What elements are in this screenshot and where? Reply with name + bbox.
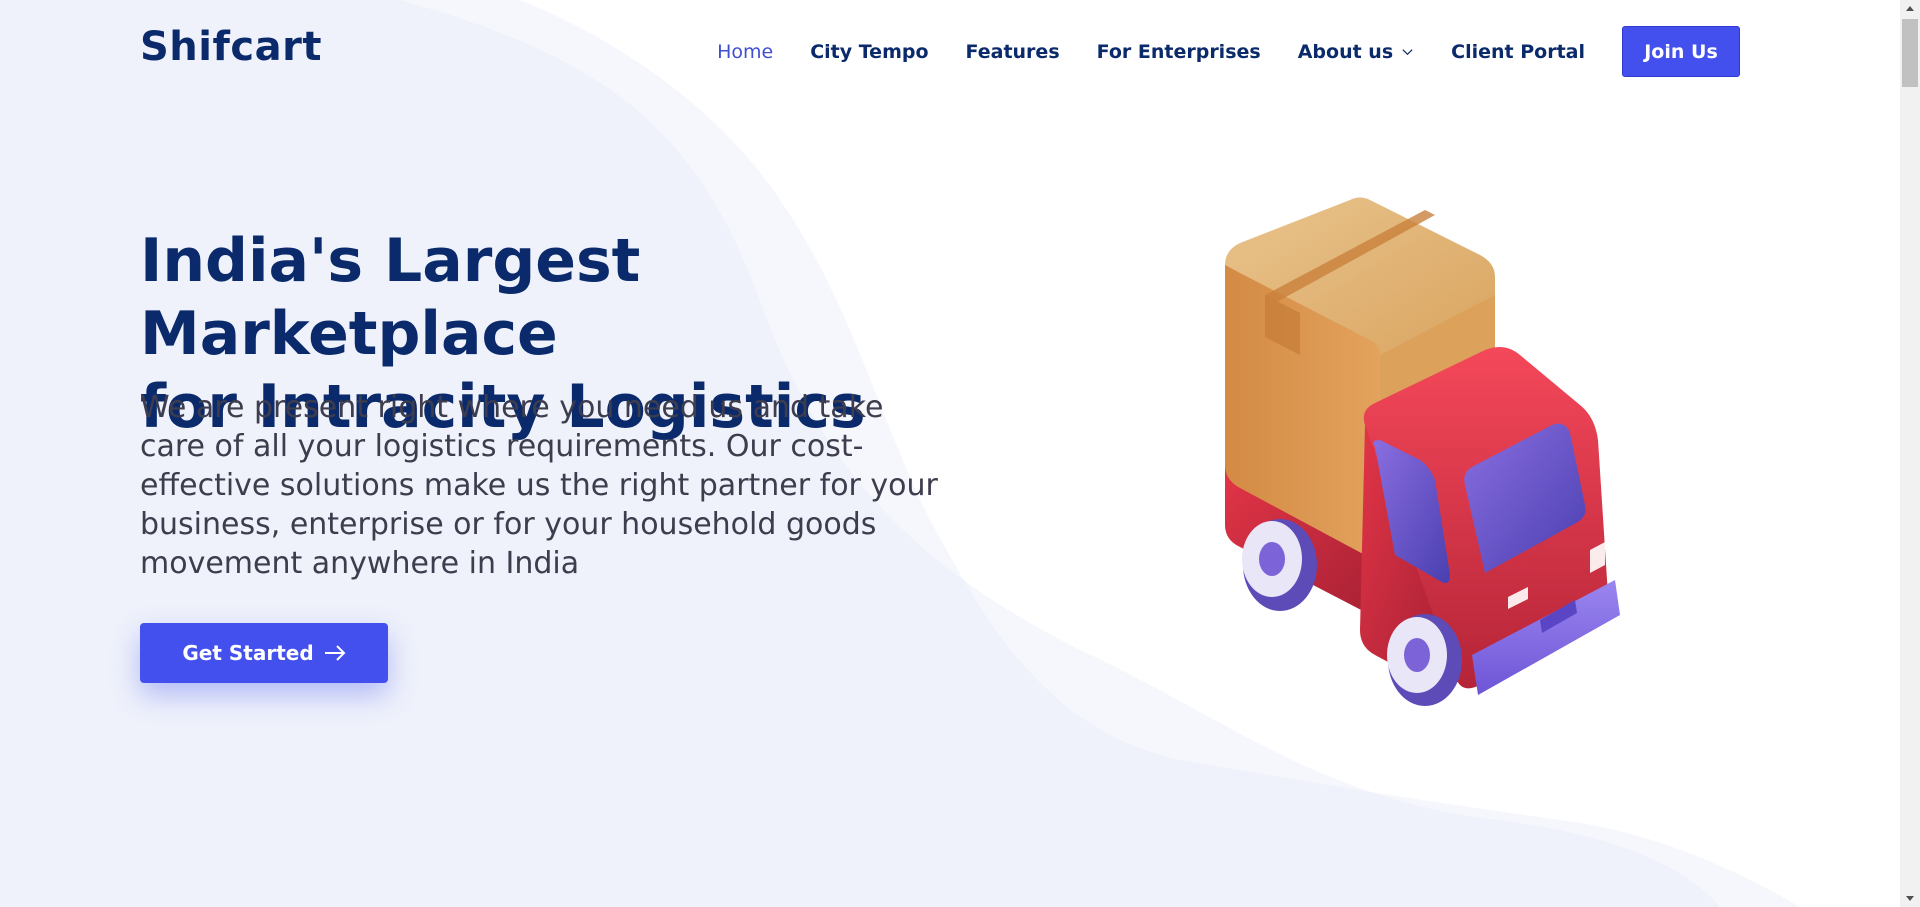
nav-home-label: Home: [717, 40, 774, 63]
nav-features-label: Features: [965, 40, 1060, 63]
page: Shifcart Home City Tempo Features For En…: [0, 0, 1900, 907]
nav-client-portal[interactable]: Client Portal: [1451, 28, 1585, 76]
nav-city-tempo[interactable]: City Tempo: [810, 28, 928, 76]
get-started-label: Get Started: [182, 641, 314, 665]
get-started-button[interactable]: Get Started: [140, 623, 388, 683]
site-header: Shifcart Home City Tempo Features For En…: [0, 0, 1900, 100]
nav-about-us[interactable]: About us: [1298, 28, 1414, 76]
hero-description: We are present right where you need us a…: [140, 390, 938, 581]
chevron-down-icon: [1402, 49, 1413, 56]
nav-home[interactable]: Home: [717, 28, 773, 76]
join-us-label: Join Us: [1644, 40, 1718, 63]
scroll-down-arrow-icon[interactable]: [1900, 890, 1920, 907]
nav-for-enterprises[interactable]: For Enterprises: [1097, 28, 1261, 76]
join-us-button[interactable]: Join Us: [1622, 26, 1740, 77]
delivery-truck-illustration: [1225, 197, 1620, 706]
arrow-right-icon: [324, 645, 346, 661]
nav-about-us-label: About us: [1297, 40, 1394, 63]
nav-features[interactable]: Features: [966, 28, 1060, 76]
scrollbar-thumb[interactable]: [1902, 19, 1918, 87]
main-nav: Home City Tempo Features For Enterprises…: [680, 26, 1740, 77]
nav-client-portal-label: Client Portal: [1451, 40, 1585, 63]
scroll-up-arrow-icon[interactable]: [1900, 0, 1920, 17]
nav-for-enterprises-label: For Enterprises: [1096, 40, 1261, 63]
brand-logo[interactable]: Shifcart: [140, 24, 322, 70]
hero-title-line-1: India's Largest Marketplace: [140, 226, 641, 369]
vertical-scrollbar[interactable]: [1900, 0, 1920, 907]
nav-city-tempo-label: City Tempo: [810, 40, 929, 63]
